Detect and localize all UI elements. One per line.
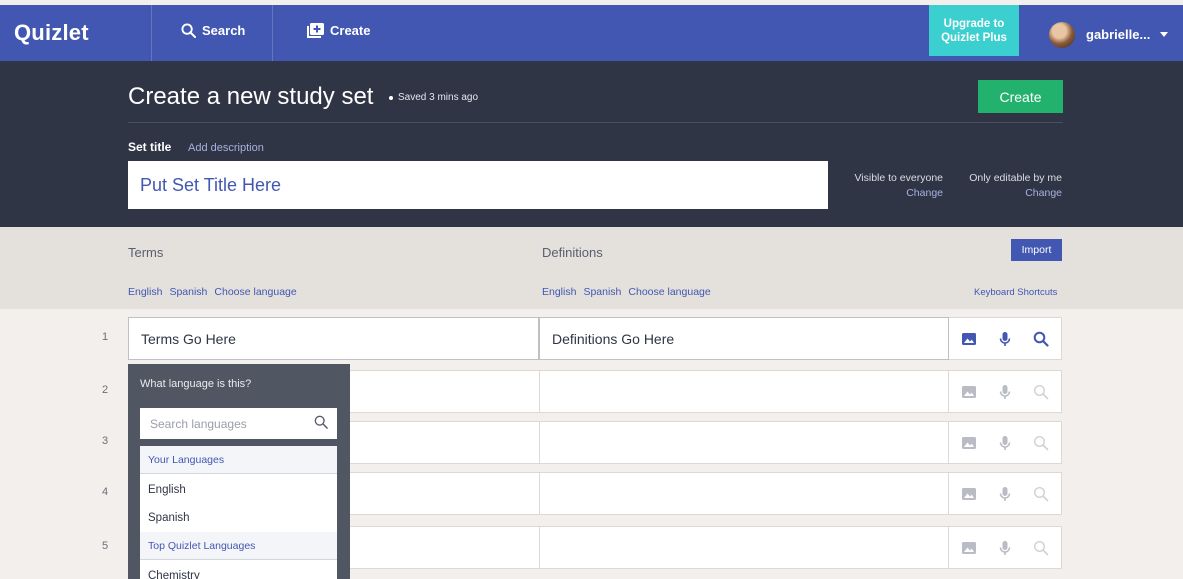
definition-field[interactable] <box>539 370 949 413</box>
nav-divider <box>151 5 152 61</box>
editable-change-link[interactable]: Change <box>955 186 1062 201</box>
card-tools <box>949 472 1062 515</box>
microphone-icon[interactable] <box>997 384 1013 400</box>
terms-lang-english[interactable]: English <box>128 286 162 298</box>
terms-language-links: English Spanish Choose language <box>128 286 297 298</box>
language-option[interactable]: English <box>140 476 337 504</box>
page-title: Create a new study set <box>128 83 374 110</box>
magnifier-icon[interactable] <box>1033 384 1049 400</box>
quizlet-logo[interactable]: Quizlet <box>14 20 89 46</box>
chevron-down-icon[interactable] <box>1160 32 1168 37</box>
card-tools <box>949 317 1062 360</box>
magnifier-icon[interactable] <box>1033 435 1049 451</box>
saved-status: Saved 3 mins ago <box>398 92 479 103</box>
avatar[interactable] <box>1049 22 1075 48</box>
image-icon[interactable] <box>961 435 977 451</box>
terms-header: Terms <box>128 245 164 260</box>
microphone-icon[interactable] <box>997 331 1013 347</box>
row-number: 3 <box>101 435 109 447</box>
terms-choose-language[interactable]: Choose language <box>214 286 296 298</box>
visibility-label: Visible to everyone <box>854 172 943 184</box>
definitions-header: Definitions <box>542 245 603 260</box>
image-icon[interactable] <box>961 384 977 400</box>
card-row: 1 Terms Go Here Definitions Go Here <box>0 317 1183 360</box>
terms-lang-spanish[interactable]: Spanish <box>169 286 207 298</box>
upgrade-line1: Upgrade to <box>943 17 1005 30</box>
keyboard-shortcuts-link[interactable]: Keyboard Shortcuts <box>974 287 1057 298</box>
nav-create-button[interactable]: Create <box>307 23 370 38</box>
image-icon[interactable] <box>961 331 977 347</box>
def-choose-language[interactable]: Choose language <box>628 286 710 298</box>
upgrade-line2: Quizlet Plus <box>941 31 1007 44</box>
search-icon <box>181 23 196 38</box>
term-field[interactable]: Terms Go Here <box>128 317 539 360</box>
def-lang-spanish[interactable]: Spanish <box>583 286 621 298</box>
magnifier-icon[interactable] <box>1033 331 1049 347</box>
nav-search-button[interactable]: Search <box>181 23 245 38</box>
definition-field[interactable]: Definitions Go Here <box>539 317 949 360</box>
definitions-language-links: English Spanish Choose language <box>542 286 711 298</box>
card-tools <box>949 421 1062 464</box>
visibility-setting: Visible to everyone Change <box>840 171 943 201</box>
set-header: Create a new study set Saved 3 mins ago … <box>0 61 1183 227</box>
nav-search-label: Search <box>202 23 246 38</box>
your-languages-heading: Your Languages <box>140 446 337 474</box>
visibility-change-link[interactable]: Change <box>840 186 943 201</box>
magnifier-icon[interactable] <box>1033 540 1049 556</box>
search-icon <box>314 415 328 429</box>
set-title-input[interactable] <box>128 161 828 209</box>
row-number: 5 <box>101 540 109 552</box>
top-nav: Quizlet Search Create Upgrade to Quizlet … <box>0 5 1183 61</box>
editable-setting: Only editable by me Change <box>955 171 1062 201</box>
saved-dot <box>389 96 393 100</box>
nav-divider <box>272 5 273 61</box>
popover-title: What language is this? <box>140 378 252 390</box>
add-description-link[interactable]: Add description <box>188 142 264 154</box>
definition-field[interactable] <box>539 472 949 515</box>
language-list: Your Languages English Spanish Top Quizl… <box>140 446 337 579</box>
def-lang-english[interactable]: English <box>542 286 576 298</box>
top-languages-heading: Top Quizlet Languages <box>140 532 337 560</box>
microphone-icon[interactable] <box>997 540 1013 556</box>
editable-label: Only editable by me <box>969 172 1062 184</box>
language-option[interactable]: Chemistry <box>140 562 337 579</box>
set-title-label: Set title <box>128 140 172 154</box>
nav-create-label: Create <box>330 23 371 38</box>
definition-field[interactable] <box>539 421 949 464</box>
language-popover: What language is this? Your Languages En… <box>128 364 350 579</box>
header-divider <box>128 122 1063 123</box>
import-button[interactable]: Import <box>1011 239 1062 261</box>
card-tools <box>949 370 1062 413</box>
microphone-icon[interactable] <box>997 435 1013 451</box>
column-header: Terms Definitions Import English Spanish… <box>0 227 1183 309</box>
row-number: 1 <box>101 331 109 343</box>
definition-field[interactable] <box>539 526 949 569</box>
create-plus-icon <box>307 23 324 38</box>
image-icon[interactable] <box>961 486 977 502</box>
microphone-icon[interactable] <box>997 486 1013 502</box>
language-search-input[interactable] <box>140 408 337 439</box>
image-icon[interactable] <box>961 540 977 556</box>
card-tools <box>949 526 1062 569</box>
row-number: 4 <box>101 486 109 498</box>
row-number: 2 <box>101 384 109 396</box>
language-option[interactable]: Spanish <box>140 504 337 532</box>
upgrade-button[interactable]: Upgrade to Quizlet Plus <box>929 5 1019 56</box>
create-button[interactable]: Create <box>978 80 1063 113</box>
magnifier-icon[interactable] <box>1033 486 1049 502</box>
username[interactable]: gabrielle... <box>1086 27 1150 42</box>
